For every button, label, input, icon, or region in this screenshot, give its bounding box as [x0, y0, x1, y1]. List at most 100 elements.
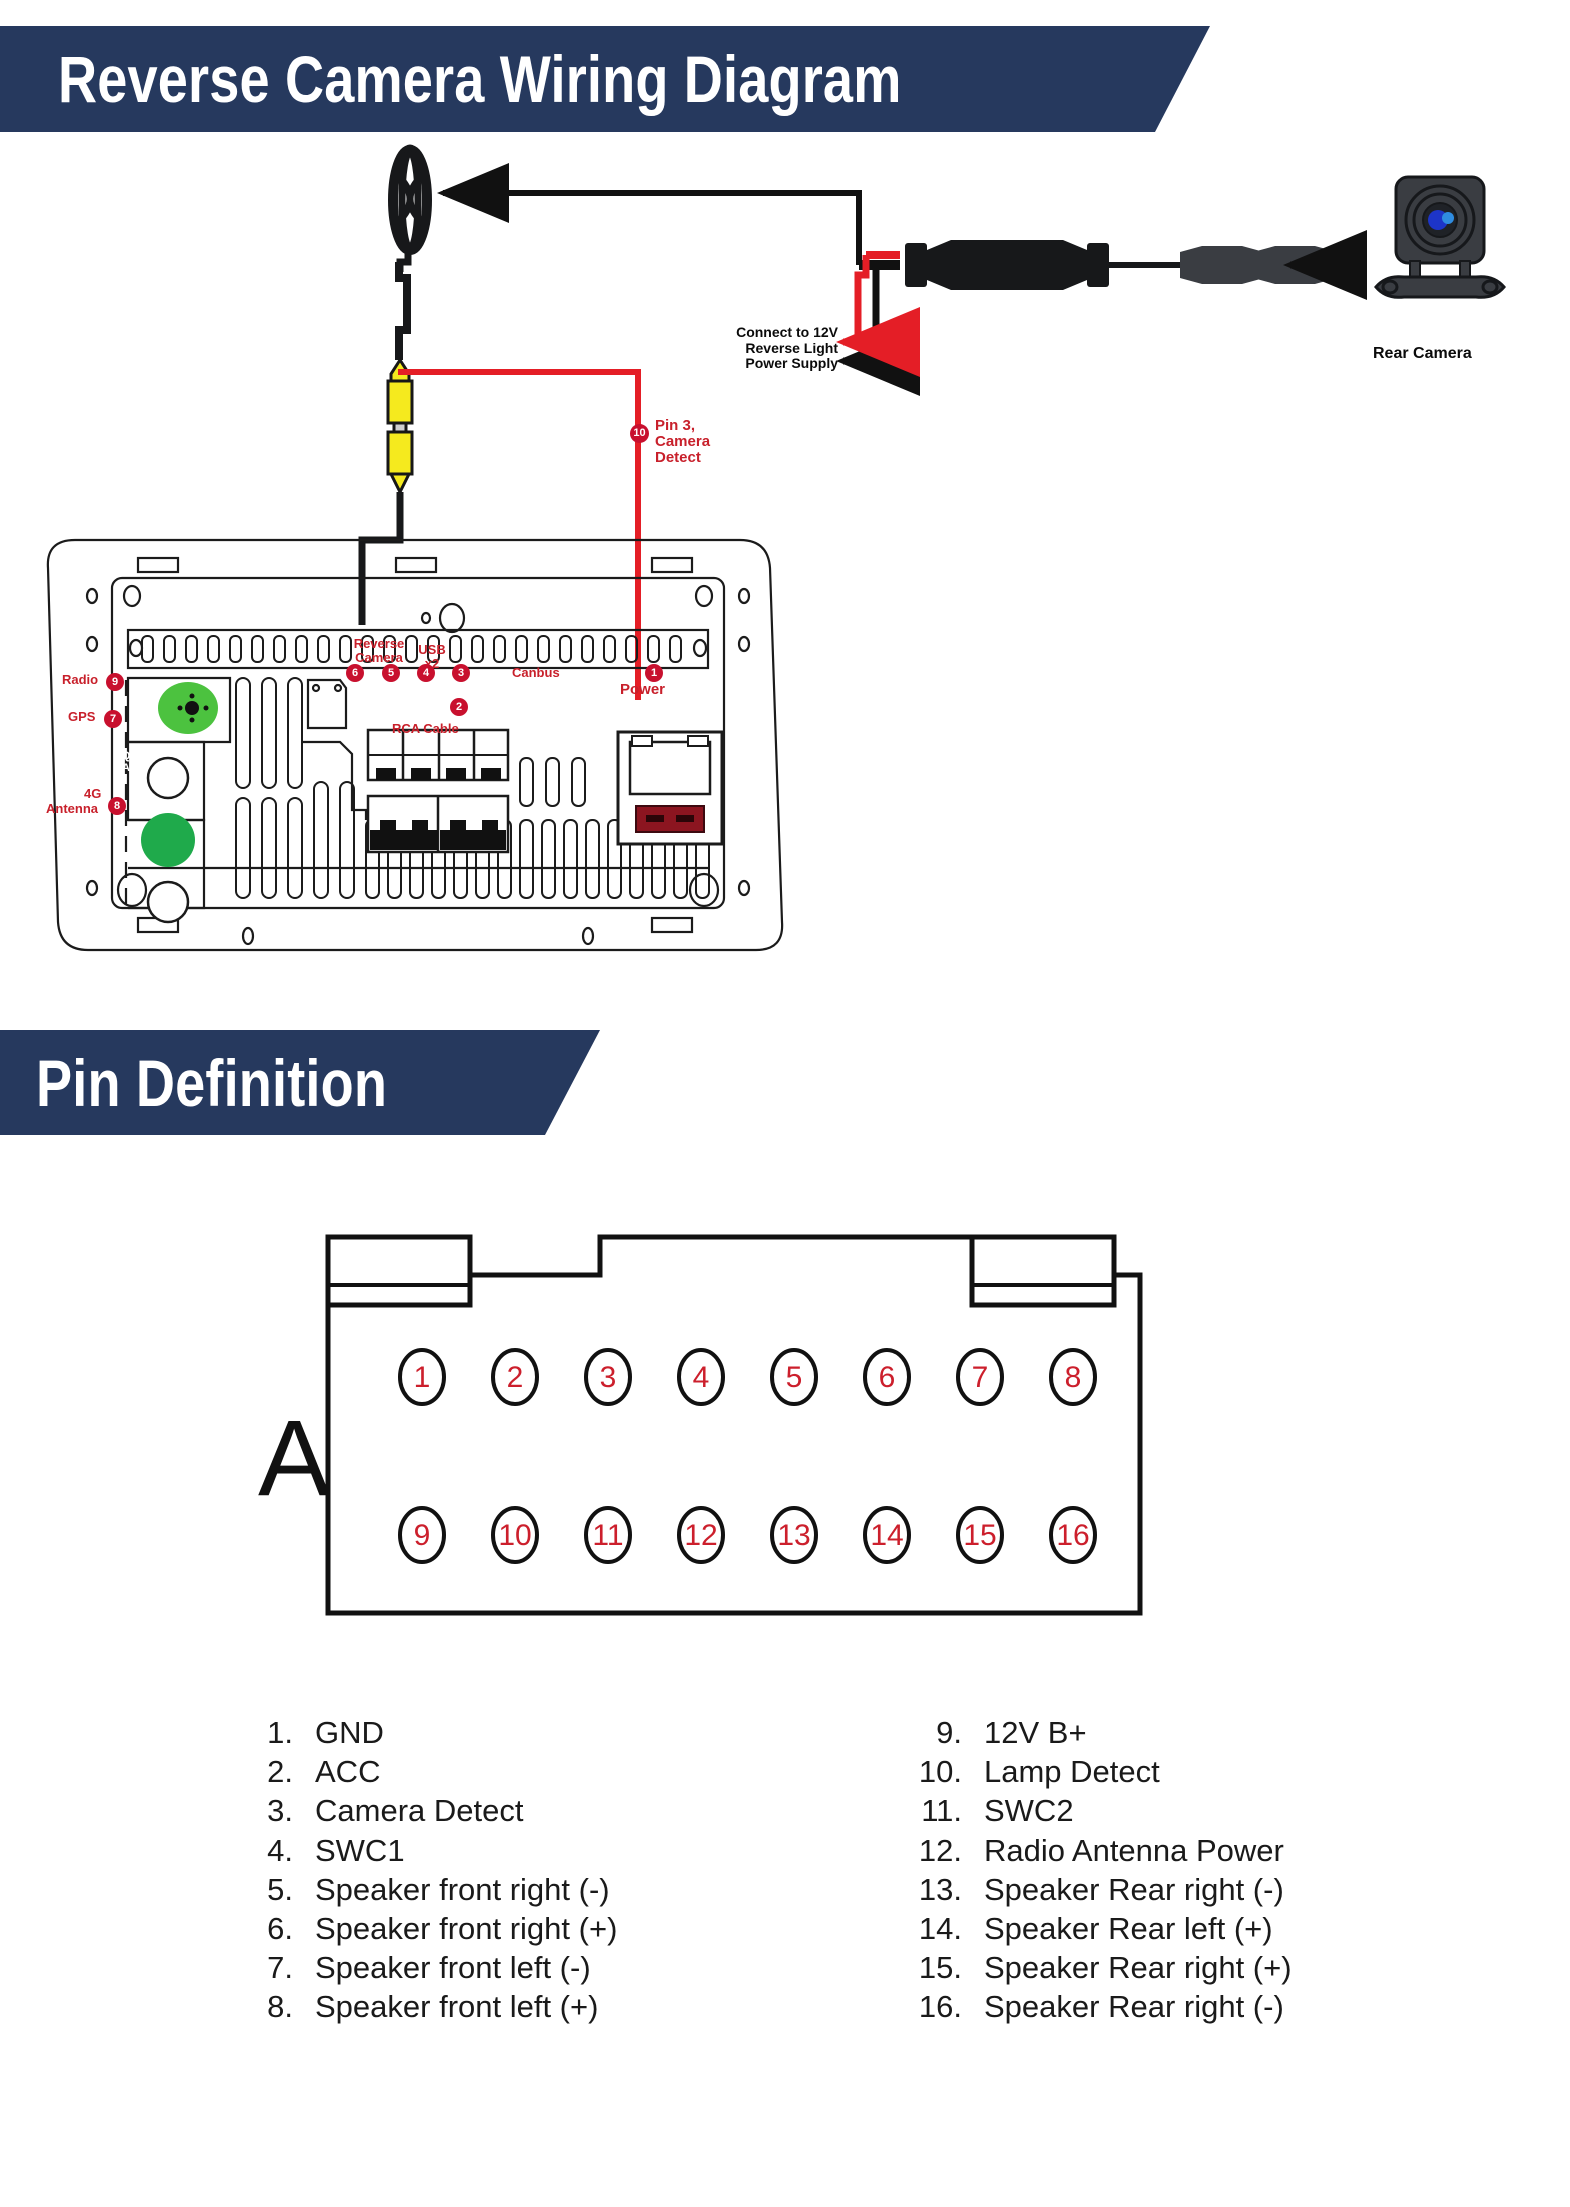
- rear-camera-icon: [1374, 175, 1506, 299]
- pin-definition-text: SWC2: [984, 1793, 1074, 1829]
- badge-antenna: 8: [108, 797, 126, 815]
- pin-definition-number: 5.: [267, 1871, 293, 1907]
- antenna-4g-jack: [146, 880, 190, 924]
- pin-definition-row: 3. Camera Detect: [225, 1791, 845, 1830]
- pin-definition-number: 15.: [918, 1950, 962, 1986]
- connector-pin-label-16: 16: [1056, 1519, 1089, 1552]
- pin-definition-title: Pin Definition: [36, 1045, 388, 1120]
- connector-pin-label-10: 10: [498, 1519, 531, 1552]
- coiled-cable-icon: [388, 144, 432, 272]
- pin-definition-text: Lamp Detect: [984, 1754, 1160, 1790]
- pin-definition-text: Speaker Rear right (-): [984, 1871, 1284, 1907]
- connector-pin-label-1: 1: [414, 1361, 431, 1394]
- pin-definition-text: Speaker front right (+): [315, 1911, 618, 1947]
- pin-definition-number: 9.: [936, 1715, 962, 1750]
- port-rca-cable: [366, 794, 510, 854]
- connector-pin-label-15: 15: [963, 1519, 996, 1552]
- pin-definition-row: 10. Lamp Detect: [890, 1752, 1550, 1791]
- label-reverse-camera-l1: Reverse: [353, 636, 405, 651]
- connector-pin-label-2: 2: [507, 1361, 524, 1394]
- port-power: [616, 730, 724, 846]
- pin-definition-number: 10.: [918, 1754, 962, 1790]
- pin-definition-text: SWC1: [315, 1832, 405, 1868]
- power-supply-note: Connect to 12V Reverse Light Power Suppl…: [718, 324, 838, 372]
- camera-detect-badge: 10: [630, 424, 649, 443]
- badge-gps: 7: [104, 710, 122, 728]
- pin-definition-row: 9. 12V B+: [890, 1713, 1550, 1752]
- pin-definition-banner: Pin Definition: [0, 1030, 600, 1135]
- pin-definition-number: 2.: [267, 1754, 293, 1790]
- pin-definition-row: 16. Speaker Rear right (-): [890, 1987, 1550, 2026]
- pin-definition-number: 7.: [267, 1950, 293, 1986]
- pin-definition-number: 4.: [267, 1832, 293, 1868]
- pin-definition-row: 1. GND: [225, 1713, 845, 1752]
- power-supply-note-line3: Power Supply: [745, 355, 838, 372]
- pin-definition-row: 14. Speaker Rear left (+): [890, 1909, 1550, 1948]
- badge-port-power: 1: [645, 664, 663, 682]
- pin-definition-number: 6.: [267, 1911, 293, 1947]
- pin-definition-row: 11. SWC2: [890, 1791, 1550, 1830]
- badge-port-usb-b: 4: [417, 664, 435, 682]
- pin-definition-text: ACC: [315, 1754, 381, 1790]
- pin-definition-text: Radio Antenna Power: [984, 1832, 1284, 1868]
- pin-definition-text: Speaker front left (-): [315, 1950, 591, 1986]
- pin-definition-row: 13. Speaker Rear right (-): [890, 1870, 1550, 1909]
- pin-definition-number: 8.: [267, 1989, 293, 2025]
- pin-definition-text: Speaker Rear right (-): [984, 1989, 1284, 2025]
- connector-pin-label-4: 4: [693, 1361, 710, 1394]
- camera-detect-note-line3: Detect: [655, 449, 701, 467]
- rca-yellow-connector: [386, 357, 414, 520]
- label-usb-l1: USB: [418, 642, 446, 657]
- pin-definition-number: 12.: [918, 1832, 962, 1868]
- pin-definition-text: Speaker front right (-): [315, 1871, 610, 1907]
- pin-definition-number: 13.: [918, 1871, 962, 1907]
- cable-end-connector-a: [1180, 246, 1264, 284]
- pin-definition-text: 12V B+: [984, 1715, 1087, 1750]
- qc-pass-sticker: [141, 813, 195, 867]
- badge-port-usb-a: 5: [382, 664, 400, 682]
- pin-definition-row: 8. Speaker front left (+): [225, 1987, 845, 2026]
- connector-pin-label-11: 11: [592, 1519, 623, 1552]
- badge-port-canbus: 3: [452, 664, 470, 682]
- qc-pass-l1: QC: [121, 750, 139, 762]
- qc-pass-l2: PASS: [115, 762, 145, 775]
- label-radio: Radio: [62, 672, 99, 687]
- pin-definition-number: 14.: [918, 1911, 962, 1947]
- connector-pin-label-14: 14: [870, 1519, 903, 1552]
- connector-pin-label-13: 13: [777, 1519, 810, 1552]
- pin-definition-number: 11.: [921, 1793, 962, 1829]
- rear-camera-label: Rear Camera: [1373, 345, 1472, 362]
- camera-detect-note-line1: Pin 3,: [655, 417, 696, 434]
- label-antenna: Antenna: [46, 801, 98, 816]
- pin-definition-text: Speaker Rear right (+): [984, 1950, 1292, 1986]
- pin-definition-row: 5. Speaker front right (-): [225, 1870, 845, 1909]
- power-supply-note-line1: Connect to 12V: [736, 324, 838, 340]
- pin-list-right: 9. 12V B+ 10. Lamp Detect 11. SWC2 12. Radio An…: [890, 1713, 1550, 2027]
- connector-a-diagram: 12345678 9 10 11 12 13 14 15 16: [325, 1234, 1143, 1616]
- camera-detect-note-line2: Camera: [655, 433, 711, 451]
- pin-list-left: 1. GND 2. ACC 3. Camera Detect 4. SWC1 5. Speaker…: [225, 1713, 845, 2027]
- connector-pin-label-5: 5: [786, 1361, 803, 1394]
- pin-definition-row: 6. Speaker front right (+): [225, 1909, 845, 1948]
- label-rca-cable: RCA Cable: [392, 721, 459, 736]
- label-canbus: Canbus: [512, 665, 560, 680]
- pin-definition-text: Speaker front left (+): [315, 1989, 599, 2025]
- pin-definition-number: 1.: [267, 1715, 293, 1750]
- port-row-usb-canbus: [366, 728, 510, 782]
- label-4g: 4G: [84, 786, 102, 801]
- badge-port-reverse-camera: 6: [346, 664, 364, 682]
- connector-pin-label-9: 9: [414, 1519, 431, 1552]
- badge-port-rca: 2: [450, 698, 468, 716]
- wiring-diagram-page: Reverse Camera Wiring Diagram Rear Camer…: [0, 0, 1570, 2207]
- connector-pin-label-12: 12: [684, 1519, 717, 1552]
- pin-definition-row: 2. ACC: [225, 1752, 845, 1791]
- reverse-light-wire: [836, 255, 920, 377]
- pin-definition-number: 16.: [918, 1989, 962, 2025]
- inline-barrel-connector: [905, 240, 1180, 290]
- pin-definition-number: 3.: [267, 1793, 293, 1829]
- label-gps: GPS: [68, 709, 96, 724]
- pin-definition-text: Speaker Rear left (+): [984, 1911, 1273, 1947]
- connector-pin-label-6: 6: [879, 1361, 896, 1394]
- pin-definition-row: 7. Speaker front left (-): [225, 1948, 845, 1987]
- radio-antenna-jack: [158, 682, 218, 734]
